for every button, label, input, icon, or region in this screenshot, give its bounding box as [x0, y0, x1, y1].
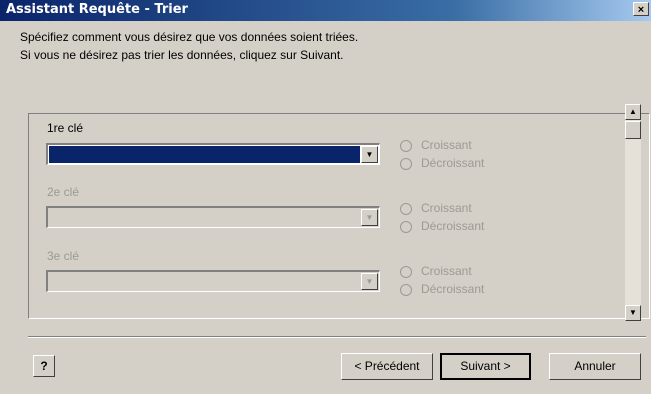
window-title: Assistant Requête - Trier	[6, 2, 188, 17]
key2-descending-label: Décroissant	[421, 219, 485, 233]
key2-combo[interactable]: ▼	[46, 206, 380, 228]
key1-descending-label: Décroissant	[421, 156, 485, 170]
key1-selected-value	[49, 146, 360, 163]
help-icon[interactable]: ?	[33, 355, 55, 377]
scroll-down-icon[interactable]: ▼	[625, 305, 641, 321]
key3-ascending-label: Croissant	[421, 264, 472, 278]
key1-label: 1re clé	[47, 121, 84, 135]
intro-line-2: Si vous ne désirez pas trier les données…	[20, 48, 344, 62]
key1-ascending-radio[interactable]	[400, 140, 412, 152]
key3-descending-label: Décroissant	[421, 282, 485, 296]
chevron-down-icon[interactable]: ▼	[361, 146, 378, 163]
previous-button[interactable]: < Précédent	[341, 353, 433, 380]
key2-ascending-label: Croissant	[421, 201, 472, 215]
key2-descending-radio[interactable]	[400, 221, 412, 233]
key2-ascending-radio[interactable]	[400, 203, 412, 215]
cancel-button[interactable]: Annuler	[549, 353, 641, 380]
key3-combo[interactable]: ▼	[46, 270, 380, 292]
key3-descending-radio[interactable]	[400, 284, 412, 296]
intro-line-1: Spécifiez comment vous désirez que vos d…	[20, 30, 359, 44]
divider	[28, 336, 646, 338]
vertical-scrollbar[interactable]: ▲ ▼	[625, 104, 641, 321]
scroll-up-icon[interactable]: ▲	[625, 104, 641, 120]
key3-label: 3e clé	[47, 249, 80, 263]
key1-descending-radio[interactable]	[400, 158, 412, 170]
key3-ascending-radio[interactable]	[400, 266, 412, 278]
close-icon[interactable]: ×	[633, 2, 649, 16]
key2-label: 2e clé	[47, 185, 80, 199]
key1-ascending-label: Croissant	[421, 138, 472, 152]
key1-combo[interactable]: ▼	[46, 143, 380, 165]
chevron-down-icon[interactable]: ▼	[361, 209, 378, 226]
chevron-down-icon[interactable]: ▼	[361, 273, 378, 290]
title-bar: Assistant Requête - Trier ×	[0, 0, 651, 21]
next-button[interactable]: Suivant >	[440, 353, 531, 380]
scroll-thumb[interactable]	[625, 121, 641, 139]
